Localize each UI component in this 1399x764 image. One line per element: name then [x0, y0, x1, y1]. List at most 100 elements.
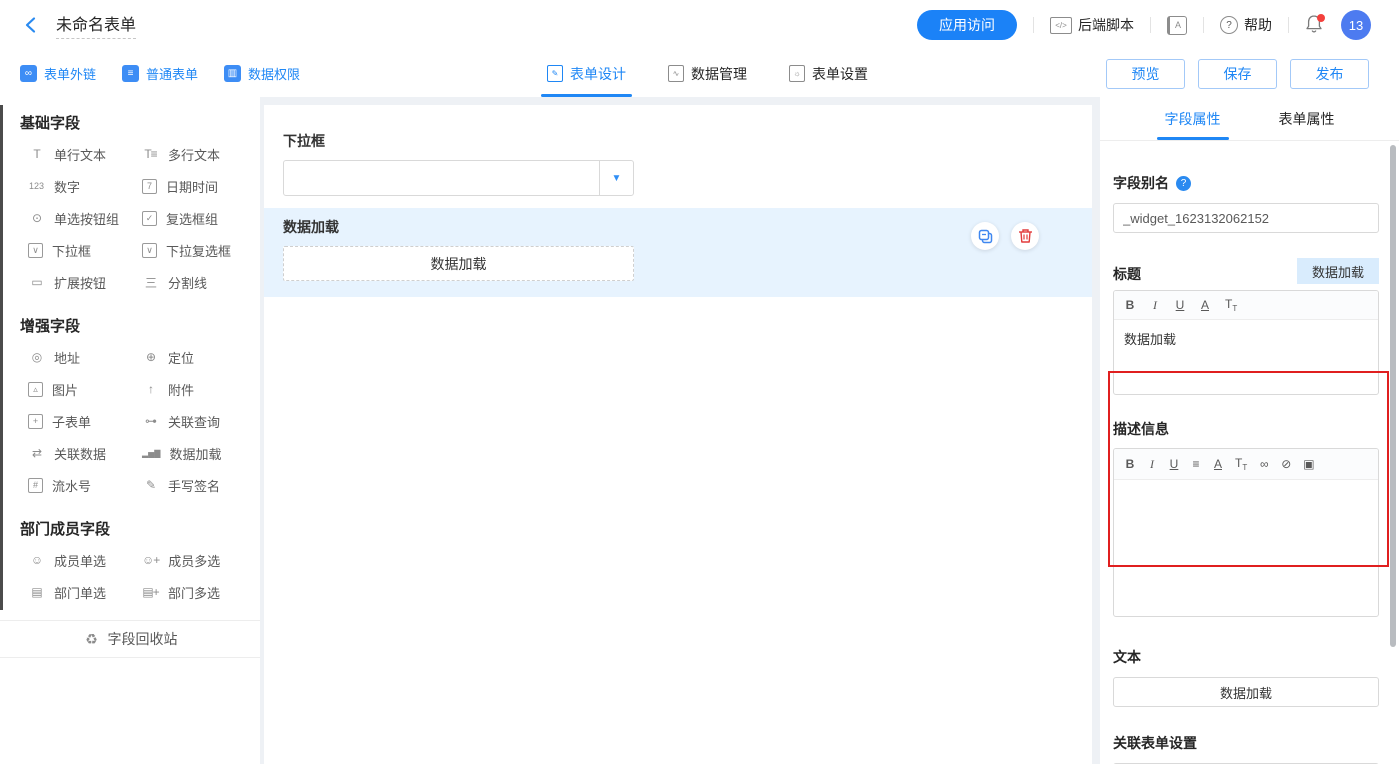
divider: [1203, 17, 1204, 33]
bold-icon[interactable]: B: [1125, 457, 1135, 471]
section-title-enhanced-fields: 增强字段: [20, 318, 81, 335]
save-button[interactable]: 保存: [1198, 58, 1277, 89]
bold-icon[interactable]: B: [1125, 298, 1135, 312]
field-item-data-load[interactable]: ▂▅▇ 数据加载: [142, 437, 260, 469]
field-label: 地址: [54, 350, 81, 366]
shortcut-label: 表单外链: [44, 67, 97, 82]
field-item-member-single[interactable]: ☺ 成员单选: [28, 544, 142, 576]
help-button[interactable]: ? 帮助: [1220, 15, 1272, 35]
data-load-trigger-button[interactable]: 数据加载: [283, 246, 634, 281]
underline-icon[interactable]: U: [1169, 457, 1179, 471]
field-item-dropdown[interactable]: ∨ 下拉框: [28, 234, 142, 266]
help-label: 帮助: [1244, 17, 1272, 33]
field-item-multi-line-text[interactable]: T≡ 多行文本: [142, 138, 260, 170]
canvas-field-dropdown[interactable]: 下拉框 ▼: [264, 105, 1092, 196]
properties-panel: 字段属性 表单属性 字段别名 ? 标题 数据加载 B I U A T: [1100, 97, 1399, 764]
tab-label: 数据管理: [691, 65, 747, 82]
field-label: 图片: [52, 382, 79, 398]
upload-cloud-icon: ↑: [148, 382, 154, 396]
field-item-extend-button[interactable]: ▭ 扩展按钮: [28, 266, 142, 298]
font-size-icon[interactable]: T: [1225, 297, 1237, 313]
field-label: 成员单选: [54, 553, 107, 569]
field-item-attachment[interactable]: ↑ 附件: [142, 373, 260, 405]
related-query-icon: ⊶: [145, 414, 157, 428]
backend-script-button[interactable]: </> 后端脚本: [1050, 15, 1134, 35]
delete-field-button[interactable]: [1011, 222, 1039, 250]
contacts-button[interactable]: A: [1167, 15, 1187, 35]
field-label: 关联查询: [168, 414, 221, 430]
person-icon: ☺: [30, 553, 43, 567]
align-icon[interactable]: ≡: [1191, 457, 1201, 471]
unlink-icon[interactable]: ⊘: [1281, 457, 1291, 471]
field-item-signature[interactable]: ✎ 手写签名: [142, 469, 260, 501]
chevron-left-icon: [25, 17, 36, 33]
dropdown-control[interactable]: ▼: [283, 160, 634, 196]
enhanced-fields-grid: ◎ 地址 ⊕ 定位 ▵ 图片 ↑ 附件 + 子表单 ⊶ 关联查询 ⇄ 关联数据 ▂▅▇ 数据加载…: [28, 341, 260, 501]
calendar-icon: 7: [142, 178, 157, 194]
panel-scrollbar[interactable]: [1390, 145, 1396, 647]
field-item-location[interactable]: ⊕ 定位: [142, 341, 260, 373]
title-editor-content[interactable]: 数据加载: [1114, 320, 1378, 394]
field-item-dept-multi[interactable]: ▤+ 部门多选: [142, 576, 260, 608]
field-item-subform[interactable]: + 子表单: [28, 405, 142, 437]
notification-dot: [1317, 14, 1325, 22]
alias-input[interactable]: [1113, 203, 1379, 233]
copy-field-button[interactable]: [971, 222, 999, 250]
sidebar-scrollbar[interactable]: [0, 105, 3, 610]
tab-form-design[interactable]: ✎ 表单设计: [541, 50, 632, 97]
italic-icon[interactable]: I: [1150, 298, 1160, 313]
font-size-icon[interactable]: T: [1235, 456, 1247, 472]
field-item-member-multi[interactable]: ☺+ 成员多选: [142, 544, 260, 576]
field-item-single-line-text[interactable]: T 单行文本: [28, 138, 142, 170]
field-item-radio-group[interactable]: ⊙ 单选按钮组: [28, 202, 142, 234]
field-action-buttons: [971, 222, 1039, 250]
tab-form-settings[interactable]: ☼ 表单设置: [789, 50, 868, 97]
font-color-icon[interactable]: A: [1200, 298, 1210, 312]
field-item-address[interactable]: ◎ 地址: [28, 341, 142, 373]
canvas-field-data-load-selected[interactable]: 数据加载 数据加载: [264, 208, 1092, 297]
underline-icon[interactable]: U: [1175, 298, 1185, 312]
preview-button[interactable]: 预览: [1106, 58, 1185, 89]
field-item-number[interactable]: 123 数字: [28, 170, 142, 202]
tab-data-management[interactable]: ∿ 数据管理: [668, 50, 747, 97]
back-button[interactable]: [22, 15, 42, 35]
divider: [1150, 17, 1151, 33]
design-canvas: 下拉框 ▼ 数据加载 数据加载: [260, 97, 1100, 764]
insert-image-icon[interactable]: ▣: [1303, 457, 1314, 471]
field-item-dropdown-multi[interactable]: ∨ 下拉复选框: [142, 234, 260, 266]
field-label: 成员多选: [168, 553, 221, 569]
field-item-image[interactable]: ▵ 图片: [28, 373, 142, 405]
field-item-checkbox-group[interactable]: ✓ 复选框组: [142, 202, 260, 234]
notification-bell-button[interactable]: [1305, 14, 1325, 36]
field-item-related-query[interactable]: ⊶ 关联查询: [142, 405, 260, 437]
title-editor-toolbar: B I U A T: [1114, 291, 1378, 320]
avatar[interactable]: 13: [1341, 10, 1371, 40]
tab-field-properties[interactable]: 字段属性: [1156, 97, 1229, 140]
italic-icon[interactable]: I: [1147, 457, 1157, 472]
field-item-serial-number[interactable]: # 流水号: [28, 469, 142, 501]
form-title[interactable]: 未命名表单: [56, 11, 137, 39]
field-recycle-bin-button[interactable]: ♻ 字段回收站: [0, 620, 260, 658]
field-label: 单选按钮组: [54, 211, 120, 227]
alias-help-icon[interactable]: ?: [1176, 175, 1191, 191]
publish-button[interactable]: 发布: [1290, 58, 1369, 89]
data-load-text-button[interactable]: 数据加载: [1113, 677, 1379, 707]
app-access-button[interactable]: 应用访问: [917, 10, 1017, 40]
link-icon: ∞: [20, 65, 37, 82]
dropdown-icon: ∨: [28, 242, 43, 258]
form-toolbar: ∞ 表单外链 ≡ 普通表单 ▥ 数据权限 ✎ 表单设计 ∿ 数据管理 ☼ 表单设…: [0, 50, 1399, 98]
form-settings-icon: ☼: [789, 65, 805, 82]
field-item-related-data[interactable]: ⇄ 关联数据: [28, 437, 142, 469]
field-item-date-time[interactable]: 7 日期时间: [142, 170, 260, 202]
shortcut-data-permission[interactable]: ▥ 数据权限: [224, 64, 300, 83]
title-badge[interactable]: 数据加载: [1296, 258, 1379, 284]
font-color-icon[interactable]: A: [1213, 457, 1223, 471]
shortcut-normal-form[interactable]: ≡ 普通表单: [122, 64, 198, 83]
link-icon[interactable]: ∞: [1259, 457, 1269, 471]
shortcut-external-link[interactable]: ∞ 表单外链: [20, 64, 96, 83]
field-item-divider-line[interactable]: 三分割线: [142, 266, 260, 298]
tab-form-properties[interactable]: 表单属性: [1279, 97, 1335, 140]
subform-icon: +: [28, 413, 43, 429]
field-item-dept-single[interactable]: ▤ 部门单选: [28, 576, 142, 608]
description-editor-content[interactable]: [1114, 480, 1378, 616]
